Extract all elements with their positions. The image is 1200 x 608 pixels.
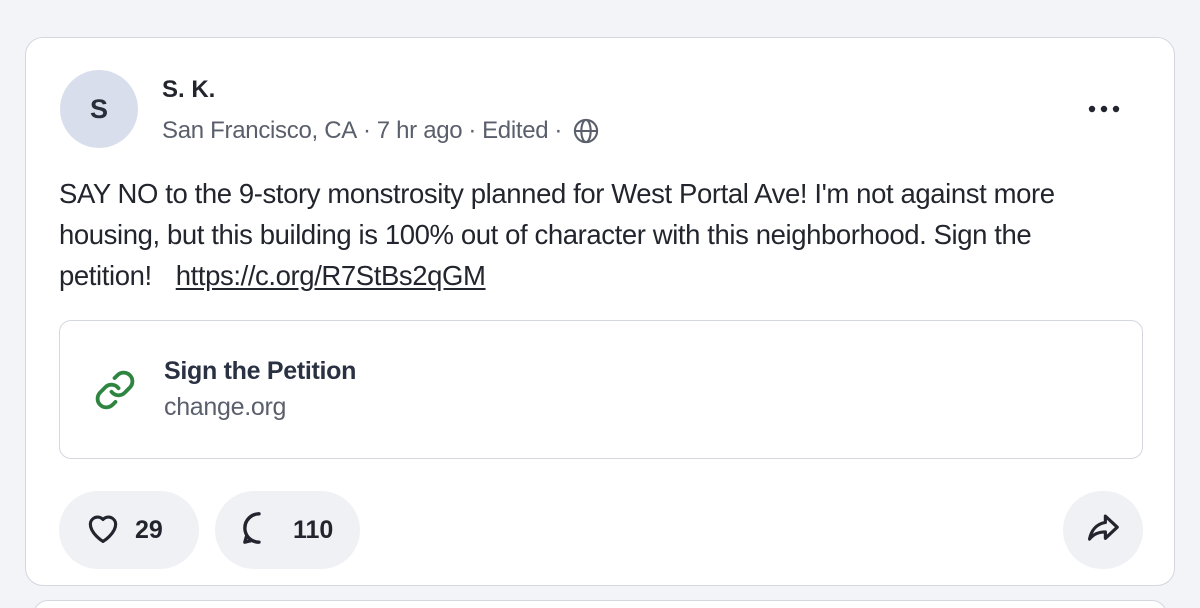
edited-label: Edited [482, 117, 549, 144]
comment-count: 110 [293, 515, 334, 544]
meta-separator: · [554, 117, 563, 144]
like-count: 29 [135, 515, 163, 544]
preview-domain: change.org [164, 393, 287, 421]
post-card: S S. K. San Francisco, CA · 7 hr ago · E… [25, 37, 1175, 586]
meta-separator: · [362, 117, 371, 144]
next-post-card [33, 600, 1167, 608]
comment-button[interactable]: 110 [215, 491, 360, 569]
link-icon [94, 369, 136, 411]
avatar-initial: S [89, 93, 108, 124]
location[interactable]: San Francisco, CA [162, 117, 357, 145]
heart-icon [83, 509, 123, 552]
petition-link[interactable]: https://c.org/R7StBs2qGM [176, 260, 486, 291]
post-body: SAY NO to the 9-story monstrosity planne… [59, 173, 1144, 296]
author-name[interactable]: S. K. [162, 76, 215, 104]
share-arrow-icon [1083, 509, 1123, 552]
share-button[interactable] [1063, 491, 1143, 569]
more-dots-icon [1086, 101, 1122, 119]
timestamp[interactable]: 7 hr ago [377, 117, 463, 145]
top-strip [0, 0, 1200, 4]
preview-title: Sign the Petition [164, 357, 357, 385]
post-meta: San Francisco, CA · 7 hr ago · Edited · [162, 116, 600, 146]
like-button[interactable]: 29 [59, 491, 199, 569]
globe-icon [572, 117, 600, 145]
link-preview-card[interactable]: Sign the Petition change.org [59, 320, 1143, 459]
avatar[interactable]: S [60, 70, 138, 148]
speech-bubble-icon [239, 508, 279, 553]
meta-separator: · [468, 117, 477, 144]
more-options-button[interactable] [1082, 94, 1126, 126]
